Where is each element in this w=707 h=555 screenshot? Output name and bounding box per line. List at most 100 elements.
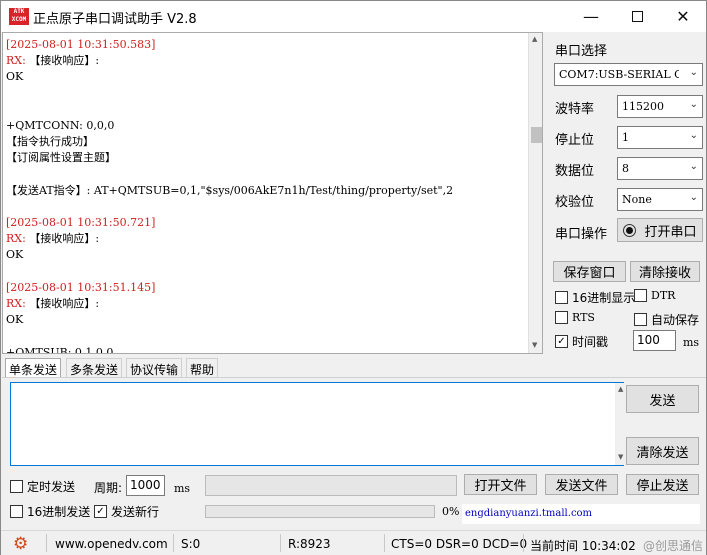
receive-line: RX: 【接收响应】: [6,53,524,69]
send-progress-text: 0% [442,505,460,518]
maximize-button[interactable] [614,1,660,32]
receive-line: OK [6,247,524,263]
rx-prefix: RX: [6,232,26,246]
scroll-up-icon[interactable]: ▲ [532,35,537,43]
clear-send-button[interactable]: 清除发送 [626,437,699,465]
receive-line: [2025-08-01 10:31:51.145] [6,280,524,296]
sent-count: S:0 [181,537,201,551]
baud-value: 115200 [622,100,664,113]
signal-status: CTS=0 DSR=0 DCD=0 [391,537,528,551]
chevron-down-icon: ⌄ [689,130,698,141]
minimize-button[interactable]: — [568,1,614,32]
dtr-label: DTR [651,289,676,302]
line-text: OK [6,248,24,262]
divider [280,534,281,552]
hex-display-box [555,291,568,304]
data-bits-label: 数据位 [555,164,595,179]
send-newline-checkbox[interactable]: ✓ 发送新行 [94,503,159,520]
save-window-button[interactable]: 保存窗口 [553,261,626,282]
tab-help[interactable]: 帮助 [186,358,219,378]
rx-prefix: RX: [6,297,26,310]
hex-send-label: 16进制发送 [27,505,91,519]
receive-line [6,199,524,215]
gear-icon[interactable]: ⚙ [13,534,28,554]
open-port-label: 打开串口 [644,224,697,240]
app-logo-icon: ATK XCOM [9,8,29,25]
stop-send-button[interactable]: 停止发送 [626,474,699,495]
send-file-button[interactable]: 发送文件 [545,474,618,495]
hex-send-box [10,505,23,518]
line-text: OK [6,70,24,84]
hex-display-label: 16进制显示 [572,291,636,305]
stop-bits-select[interactable]: 1 ⌄ [617,126,703,149]
file-path-field[interactable] [205,475,457,496]
send-button[interactable]: 发送 [626,385,699,413]
auto-save-checkbox[interactable]: 自动保存 [634,311,699,328]
dtr-checkbox[interactable]: DTR [634,289,675,302]
scroll-down-icon[interactable]: ▼ [618,453,623,461]
app-window: ATK XCOM 正点原子串口调试助手 V2.8 — ✕ [2025-08-01 … [0,0,707,555]
timestamp-label: 时间戳 [572,335,609,349]
receive-line [6,264,524,280]
receive-textarea[interactable]: [2025-08-01 10:31:50.583] RX: 【接收响应】: OK +Q… [2,32,543,354]
stop-bits-label: 停止位 [555,133,595,148]
port-status-icon [623,223,637,237]
open-file-button[interactable]: 打开文件 [464,474,537,495]
checkmark-icon: ✓ [94,505,107,518]
receive-line: RX: 【接收响应】: [6,296,524,312]
timestamp-text: [2025-08-01 10:31:50.583] [6,38,156,51]
website-link[interactable]: www.openedv.com [55,537,168,551]
receive-line [6,86,524,102]
timestamp-interval-input[interactable]: 100 [633,330,676,351]
line-text: 【接收响应】: [29,54,100,68]
tab-divider [2,377,706,378]
hex-send-checkbox[interactable]: 16进制发送 [10,503,90,520]
line-text: 【发送AT指令】: AT+QMTSUB=0,1,"$sys/006AkE7n1h… [6,183,454,197]
receive-line [6,328,524,344]
line-text: 【指令执行成功】 [6,135,94,149]
baud-label: 波特率 [555,102,595,117]
period-label: 周期: [94,481,123,495]
port-select-value: COM7:USB-SERIAL CH340 [559,68,679,81]
hex-display-checkbox[interactable]: 16进制显示 [555,289,635,306]
open-port-button[interactable]: 打开串口 [617,218,703,242]
send-newline-label: 发送新行 [111,505,160,519]
port-select[interactable]: COM7:USB-SERIAL CH340 ⌄ [554,63,703,86]
line-text: 【订阅属性设置主题】 [6,151,116,165]
timed-send-label: 定时发送 [27,480,76,494]
clear-receive-button[interactable]: 清除接收 [630,261,700,282]
received-count: R:8923 [288,537,331,551]
receive-line: [2025-08-01 10:31:50.721] [6,215,524,231]
receive-line: OK [6,69,524,85]
receive-line: +QMTSUB: 0,1,0,0 [6,345,524,353]
scroll-thumb[interactable] [531,127,542,143]
receive-scrollbar[interactable]: ▲ ▼ [528,33,542,353]
timed-send-checkbox[interactable]: 定时发送 [10,478,75,495]
tab-multi-send[interactable]: 多条发送 [66,358,123,378]
baud-select[interactable]: 115200 ⌄ [617,95,703,118]
tab-protocol[interactable]: 协议传输 [126,358,183,378]
rts-checkbox[interactable]: RTS [555,311,595,324]
shop-link[interactable]: engdianyuanzi.tmall.com [462,504,700,524]
rx-prefix: RX: [6,54,26,68]
send-input[interactable]: ▲ ▼ [10,382,630,466]
divider [384,534,385,552]
parity-select[interactable]: None ⌄ [617,188,703,211]
chevron-down-icon: ⌄ [689,161,698,172]
checkmark-icon: ✓ [555,335,568,348]
data-bits-value: 8 [622,162,629,175]
data-bits-select[interactable]: 8 ⌄ [617,157,703,180]
timestamp-checkbox[interactable]: ✓ 时间戳 [555,333,608,350]
parity-label: 校验位 [555,195,595,210]
tab-single-send[interactable]: 单条发送 [5,358,62,378]
scroll-up-icon[interactable]: ▲ [618,385,623,393]
receive-line: [2025-08-01 10:31:50.583] [6,37,524,53]
scroll-down-icon[interactable]: ▼ [532,341,537,349]
period-input[interactable]: 1000 [126,475,165,496]
close-button[interactable]: ✕ [660,1,706,32]
line-text: 【接收响应】: [29,297,100,310]
receive-line: +QMTCONN: 0,0,0 [6,118,524,134]
close-icon: ✕ [676,7,690,26]
port-op-label: 串口操作 [555,227,608,242]
receive-line [6,167,524,183]
